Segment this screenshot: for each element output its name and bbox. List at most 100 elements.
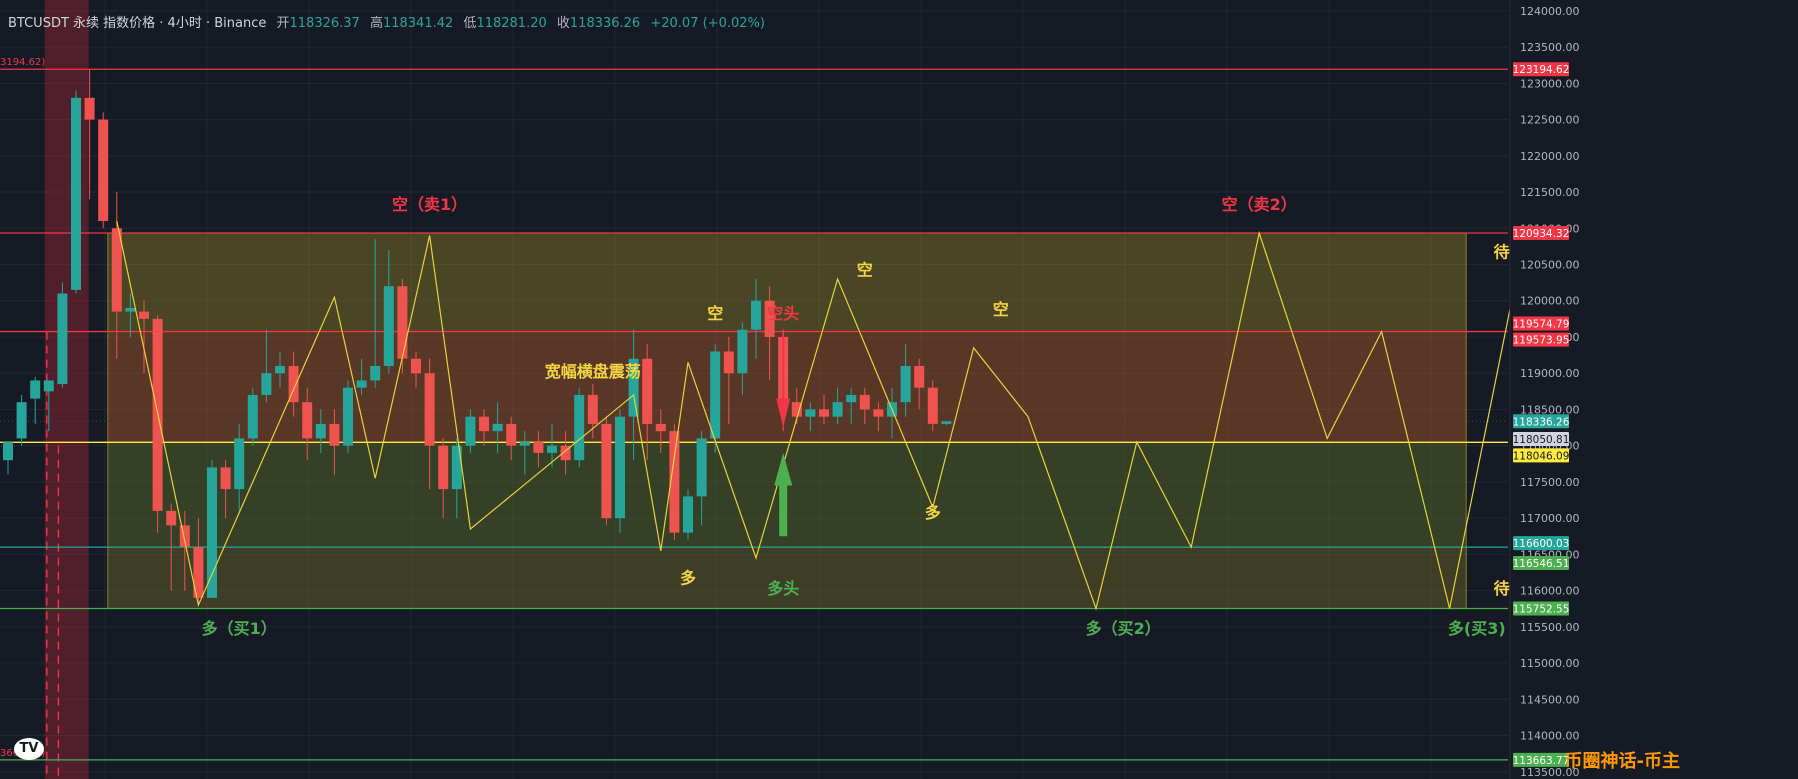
candle-body	[465, 416, 476, 446]
candle-body	[479, 416, 489, 432]
candle-body	[3, 442, 13, 461]
candle-body	[683, 496, 693, 533]
annotation-label: 空（卖1）	[392, 195, 467, 214]
symbol-header: BTCUSDT 永续 指数价格 · 4小时 · Binance 开118326.…	[8, 12, 765, 31]
price-badge-label: 118050.81	[1513, 434, 1570, 446]
candle-body	[710, 351, 721, 439]
candle-body	[832, 402, 843, 417]
y-tick-label: 123000.00	[1520, 77, 1580, 90]
y-tick-label: 124000.00	[1520, 5, 1580, 18]
y-tick-label: 114000.00	[1520, 730, 1580, 743]
long-arrow-shaft	[779, 481, 788, 537]
candle-body	[411, 358, 421, 374]
candle-body	[642, 358, 653, 424]
annotation-label: 空	[993, 300, 1009, 319]
candle-body	[166, 510, 177, 526]
y-tick-label: 121500.00	[1520, 186, 1580, 199]
annotation-label: 空	[707, 304, 723, 323]
candle-body	[98, 119, 109, 222]
price-badge-label: 123194.62	[1513, 64, 1570, 76]
price-badge-label: 115752.55	[1513, 604, 1570, 616]
y-tick-label: 119000.00	[1520, 367, 1580, 380]
candle-body	[16, 402, 27, 439]
tradingview-logo-icon[interactable]: TV	[14, 738, 44, 760]
candle-body	[247, 394, 258, 439]
y-tick-label: 115500.00	[1520, 621, 1580, 634]
price-badge-label: 118046.09	[1513, 450, 1570, 462]
candle-body	[723, 351, 734, 374]
price-badge-label: 116546.51	[1513, 558, 1570, 570]
close-label: 收	[556, 16, 570, 31]
price-badge-label: 118336.26	[1513, 416, 1570, 428]
candle-body	[397, 286, 408, 359]
candle-body	[424, 373, 435, 446]
annotation-label: 多（买2）	[1086, 619, 1161, 638]
candle-body	[859, 394, 870, 410]
candle-body	[383, 286, 394, 366]
candle-body	[805, 409, 816, 417]
candlestick-chart[interactable]: 空（卖1）空（卖2）待突破空空空头空宽幅横盘震荡多多多头待跌破多（买1）多（买2…	[0, 0, 1798, 779]
candle-body	[696, 438, 707, 497]
candle-body	[356, 380, 367, 388]
annotation-label: 多(买3)	[1448, 619, 1506, 638]
y-tick-label: 122500.00	[1520, 114, 1580, 127]
candle-body	[547, 445, 557, 453]
y-tick-label: 120000.00	[1520, 295, 1580, 308]
candle-body	[655, 423, 666, 432]
y-tick-label: 117500.00	[1520, 476, 1580, 489]
annotation-label: 多	[680, 568, 696, 587]
annotation-label: 空（卖2）	[1222, 195, 1297, 214]
candle-body	[819, 409, 829, 417]
candle-body	[84, 97, 95, 120]
candle-body	[533, 442, 544, 453]
candle-body	[519, 442, 530, 446]
candle-body	[207, 467, 217, 598]
symbol-title[interactable]: BTCUSDT 永续 指数价格 · 4小时 · Binance	[8, 16, 266, 31]
y-tick-label: 114500.00	[1520, 693, 1580, 706]
candle-body	[601, 423, 612, 519]
candle-body	[302, 402, 313, 439]
left-level-label: 3194.62)	[0, 57, 45, 68]
open-value: 118326.37	[289, 16, 360, 31]
candle-body	[927, 387, 938, 424]
candle-body	[846, 394, 857, 403]
candle-body	[329, 423, 340, 446]
candle-body	[506, 423, 517, 446]
candle-body	[438, 445, 449, 490]
annotation-label: 多头	[767, 579, 799, 598]
candle-body	[261, 373, 272, 395]
candle-body	[914, 365, 925, 388]
candle-body	[900, 365, 911, 403]
y-tick-label: 116000.00	[1520, 585, 1580, 598]
candle-body	[791, 402, 802, 417]
candle-body	[315, 423, 326, 439]
low-label: 低	[463, 16, 477, 31]
candle-body	[71, 97, 81, 290]
candle-body	[125, 307, 136, 312]
price-badge-label: 120934.32	[1513, 228, 1570, 240]
range-zone	[107, 547, 1467, 609]
close-value: 118336.26	[569, 16, 641, 31]
candle-body	[43, 380, 54, 392]
candle-body	[587, 394, 598, 424]
candle-body	[492, 423, 503, 432]
candle-body	[941, 421, 952, 424]
annotation-label: 多	[925, 503, 941, 522]
candle-body	[615, 416, 625, 519]
candle-body	[111, 228, 122, 312]
candle-body	[275, 365, 285, 374]
high-label: 高	[369, 16, 383, 31]
y-tick-label: 115000.00	[1520, 657, 1580, 670]
chart-stage: 空（卖1）空（卖2）待突破空空空头空宽幅横盘震荡多多多头待跌破多（买1）多（买2…	[0, 0, 1798, 779]
change-value: +20.07 (+0.02%)	[650, 16, 765, 31]
price-badge-label: 113663.77	[1513, 755, 1570, 767]
candle-body	[139, 311, 149, 319]
watermark-text: 币圈神话-币主	[1564, 751, 1680, 772]
price-badge-label: 116600.03	[1513, 538, 1570, 550]
candle-body	[737, 329, 748, 374]
candle-body	[873, 409, 884, 417]
candle-body	[30, 380, 41, 399]
annotation-label: 空	[857, 260, 873, 279]
candle-body	[220, 467, 231, 490]
y-tick-label: 122000.00	[1520, 150, 1580, 163]
